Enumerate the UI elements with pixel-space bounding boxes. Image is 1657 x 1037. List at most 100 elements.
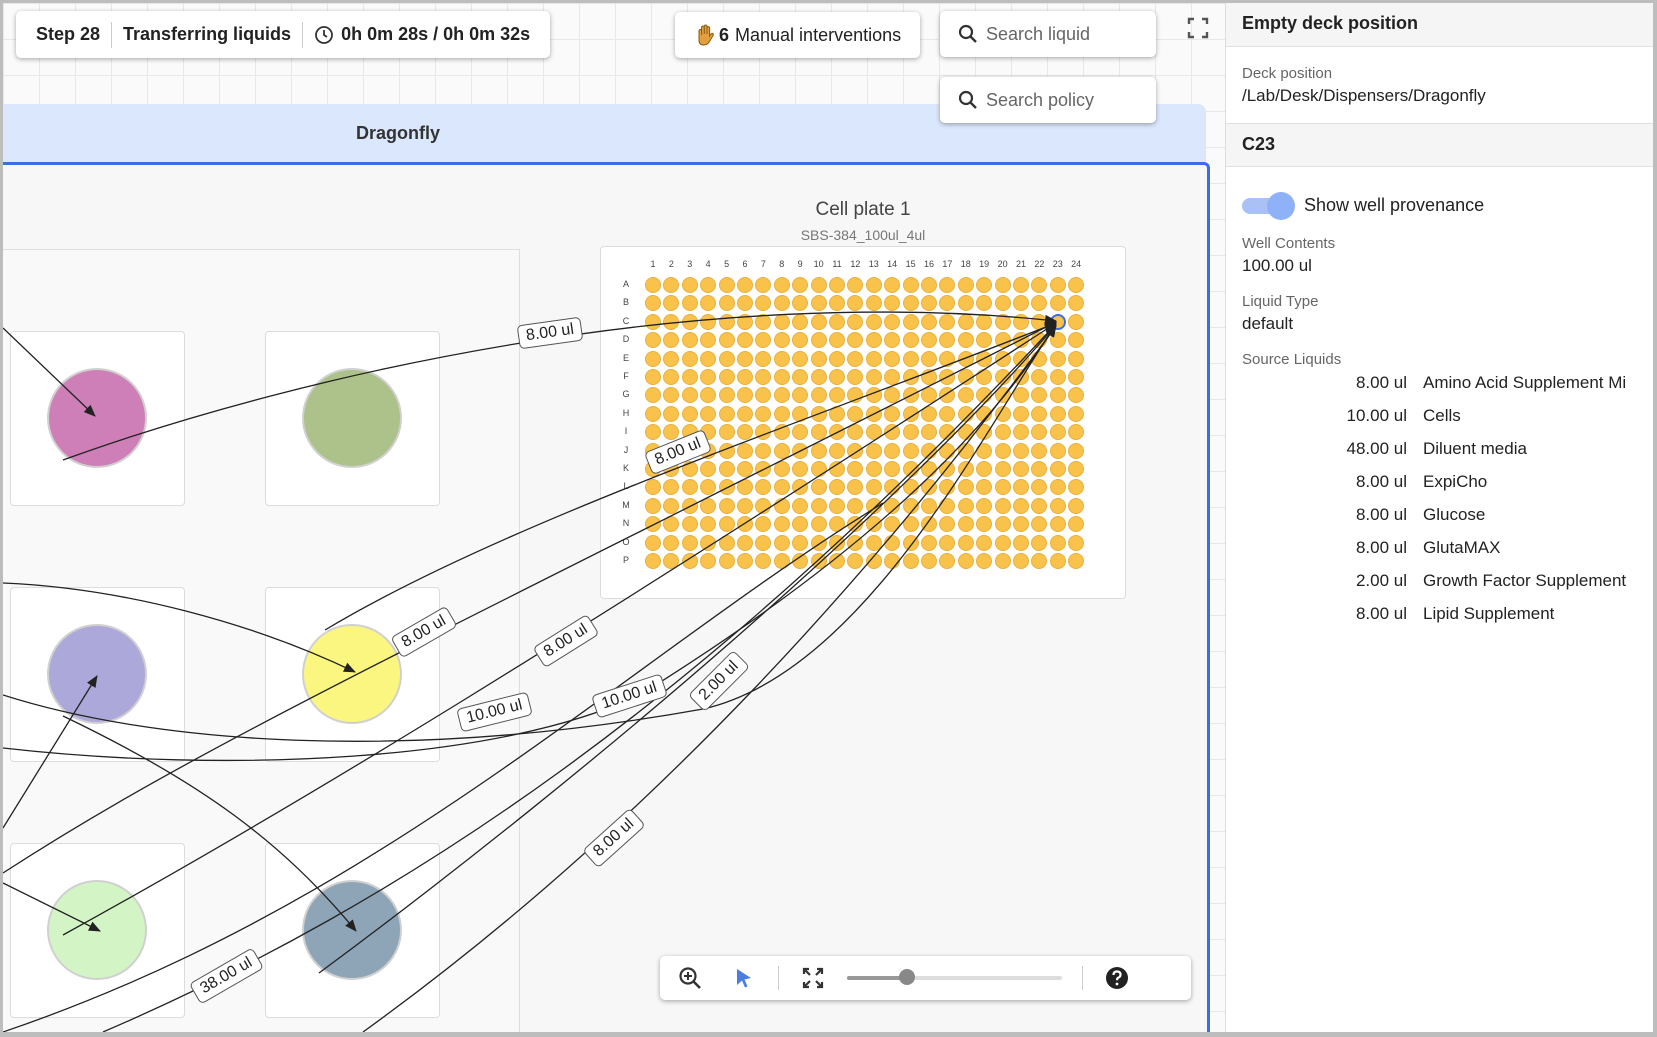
- plate-well[interactable]: [829, 497, 845, 514]
- plate-well[interactable]: [681, 497, 698, 514]
- plate-well[interactable]: [994, 461, 1011, 477]
- show-well-provenance-toggle[interactable]: Show well provenance: [1242, 192, 1637, 220]
- plate-well[interactable]: [645, 313, 661, 330]
- plate-well[interactable]: [810, 479, 827, 496]
- plate-well[interactable]: [1013, 369, 1029, 385]
- pointer-icon[interactable]: [730, 964, 758, 992]
- plate-well[interactable]: [810, 350, 827, 367]
- plate-well[interactable]: [902, 479, 919, 496]
- plate-well[interactable]: [1013, 442, 1029, 459]
- plate-well[interactable]: [902, 332, 919, 349]
- plate-well[interactable]: [994, 405, 1011, 422]
- zoom-slider-thumb[interactable]: [899, 969, 916, 985]
- plate-well[interactable]: [792, 313, 809, 330]
- plate-well[interactable]: [921, 369, 937, 385]
- plate-well[interactable]: [939, 442, 956, 459]
- plate-well[interactable]: [773, 497, 790, 514]
- plate-well[interactable]: [1031, 534, 1048, 551]
- plate-well[interactable]: [792, 442, 809, 459]
- plate-well[interactable]: [810, 553, 827, 569]
- plate-well[interactable]: [645, 534, 661, 551]
- plate-well[interactable]: [700, 497, 717, 514]
- plate-well[interactable]: [957, 369, 974, 385]
- plate-well[interactable]: [994, 295, 1011, 312]
- plate-well[interactable]: [718, 497, 735, 514]
- plate-well[interactable]: [755, 442, 772, 459]
- reservoir-liquid[interactable]: [302, 624, 402, 724]
- plate-well[interactable]: [829, 442, 845, 459]
- plate-well[interactable]: [1049, 332, 1066, 349]
- plate-well[interactable]: [773, 461, 790, 477]
- search-liquid-input[interactable]: Search liquid: [940, 11, 1156, 57]
- plate-well[interactable]: [1049, 424, 1066, 441]
- plate-well[interactable]: [939, 350, 956, 367]
- plate-well[interactable]: [957, 516, 974, 533]
- plate-well[interactable]: [829, 461, 845, 477]
- plate-well[interactable]: [700, 350, 717, 367]
- plate-well[interactable]: [773, 424, 790, 441]
- cell-plate[interactable]: [600, 246, 1126, 599]
- plate-well[interactable]: [902, 516, 919, 533]
- plate-well[interactable]: [681, 516, 698, 533]
- plate-well[interactable]: [700, 534, 717, 551]
- manual-interventions-button[interactable]: 6 Manual interventions: [675, 12, 920, 58]
- plate-well[interactable]: [663, 350, 680, 367]
- plate-well[interactable]: [994, 534, 1011, 551]
- plate-well[interactable]: [976, 313, 993, 330]
- plate-well[interactable]: [957, 424, 974, 441]
- reservoir-tile[interactable]: [10, 843, 185, 1018]
- plate-well[interactable]: [737, 461, 753, 477]
- plate-well[interactable]: [773, 332, 790, 349]
- plate-well[interactable]: [994, 516, 1011, 533]
- plate-well[interactable]: [957, 405, 974, 422]
- plate-well[interactable]: [718, 534, 735, 551]
- plate-well[interactable]: [792, 405, 809, 422]
- plate-well[interactable]: [1031, 442, 1048, 459]
- plate-well[interactable]: [773, 277, 790, 293]
- plate-well[interactable]: [737, 405, 753, 422]
- plate-well[interactable]: [902, 313, 919, 330]
- zoom-slider[interactable]: [847, 969, 1062, 985]
- plate-well[interactable]: [1049, 442, 1066, 459]
- plate-well[interactable]: [994, 350, 1011, 367]
- plate-well[interactable]: [810, 497, 827, 514]
- plate-well[interactable]: [810, 295, 827, 312]
- plate-well[interactable]: [810, 516, 827, 533]
- plate-well[interactable]: [773, 534, 790, 551]
- toggle-switch[interactable]: [1242, 192, 1295, 220]
- plate-well[interactable]: [737, 534, 753, 551]
- reservoir-liquid[interactable]: [302, 880, 402, 980]
- plate-well[interactable]: [1049, 313, 1066, 330]
- plate-well[interactable]: [921, 497, 937, 514]
- plate-well[interactable]: [773, 553, 790, 569]
- plate-well[interactable]: [1049, 553, 1066, 569]
- plate-well[interactable]: [884, 313, 901, 330]
- plate-well[interactable]: [810, 405, 827, 422]
- plate-well[interactable]: [902, 553, 919, 569]
- plate-well[interactable]: [681, 313, 698, 330]
- plate-well[interactable]: [884, 497, 901, 514]
- plate-well[interactable]: [681, 553, 698, 569]
- plate-well[interactable]: [847, 442, 864, 459]
- plate-well[interactable]: [773, 350, 790, 367]
- plate-well[interactable]: [865, 461, 882, 477]
- plate-well[interactable]: [865, 497, 882, 514]
- plate-well[interactable]: [884, 350, 901, 367]
- plate-well[interactable]: [1049, 350, 1066, 367]
- plate-well[interactable]: [1013, 277, 1029, 293]
- plate-well[interactable]: [921, 534, 937, 551]
- plate-well[interactable]: [994, 479, 1011, 496]
- plate-well[interactable]: [718, 424, 735, 441]
- plate-well[interactable]: [1068, 497, 1085, 514]
- plate-well[interactable]: [957, 553, 974, 569]
- plate-well[interactable]: [645, 405, 661, 422]
- plate-well[interactable]: [994, 442, 1011, 459]
- plate-well[interactable]: [865, 553, 882, 569]
- plate-well[interactable]: [902, 405, 919, 422]
- reservoir-liquid[interactable]: [47, 880, 147, 980]
- plate-well[interactable]: [1013, 553, 1029, 569]
- plate-well[interactable]: [645, 369, 661, 385]
- plate-well[interactable]: [976, 442, 993, 459]
- plate-well[interactable]: [681, 277, 698, 293]
- reservoir-tile[interactable]: [265, 843, 440, 1018]
